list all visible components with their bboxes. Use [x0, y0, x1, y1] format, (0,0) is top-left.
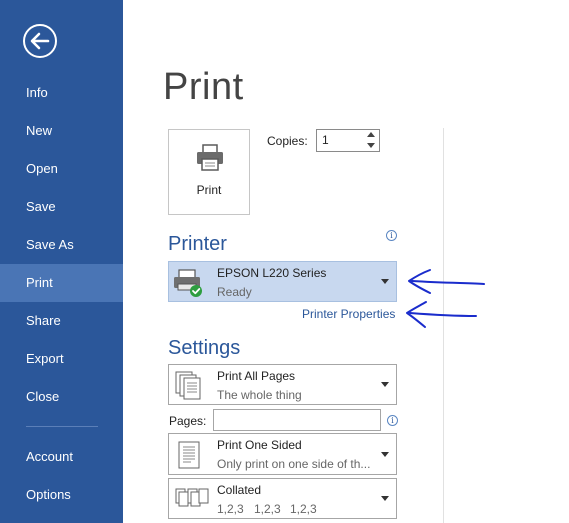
back-arrow-icon[interactable]	[22, 23, 58, 59]
printer-icon	[195, 144, 225, 177]
chevron-down-icon	[381, 452, 389, 457]
pages-info-icon[interactable]: i	[387, 415, 398, 426]
print-range-description: The whole thing	[217, 388, 302, 402]
print-button-label: Print	[196, 183, 222, 197]
pages-label: Pages:	[169, 414, 207, 428]
collation-sequence: 1,2,3	[254, 502, 281, 516]
sidebar-item-new[interactable]: New	[0, 112, 123, 150]
print-range-dropdown[interactable]: Print All Pages The whole thing	[168, 364, 397, 405]
sidebar-item-export[interactable]: Export	[0, 340, 123, 378]
sides-value: Print One Sided	[217, 438, 302, 452]
printer-dropdown[interactable]: EPSON L220 Series Ready	[168, 261, 397, 302]
printer-properties-link[interactable]: Printer Properties	[302, 307, 395, 321]
sidebar-item-close[interactable]: Close	[0, 378, 123, 416]
sidebar-item-share[interactable]: Share	[0, 302, 123, 340]
chevron-down-icon	[381, 279, 389, 284]
sidebar-item-info[interactable]: Info	[0, 74, 123, 112]
print-button[interactable]: Print	[168, 129, 250, 215]
pages-input[interactable]	[213, 409, 381, 431]
copies-value[interactable]: 1	[322, 133, 329, 147]
copies-label: Copies:	[267, 134, 308, 148]
page-title: Print	[163, 66, 244, 108]
sidebar-divider	[26, 426, 98, 427]
sides-description: Only print on one side of th...	[217, 457, 371, 471]
settings-section-title: Settings	[168, 337, 241, 359]
printer-info-icon[interactable]: i	[386, 230, 397, 241]
print-range-value: Print All Pages	[217, 369, 296, 383]
printer-name: EPSON L220 Series	[217, 266, 327, 280]
sidebar-item-open[interactable]: Open	[0, 150, 123, 188]
printer-ready-icon	[172, 268, 206, 303]
sides-dropdown[interactable]: Print One Sided Only print on one side o…	[168, 433, 397, 475]
printer-section-title: Printer	[168, 233, 227, 255]
chevron-down-icon	[381, 496, 389, 501]
chevron-down-icon	[381, 382, 389, 387]
collated-icon	[175, 485, 209, 516]
one-sided-icon	[175, 440, 203, 475]
all-pages-icon	[175, 371, 203, 406]
printer-status: Ready	[217, 285, 252, 299]
backstage-sidebar: Info New Open Save Save As Print Share E…	[0, 0, 123, 523]
sidebar-item-options[interactable]: Options	[0, 476, 123, 514]
spin-up-icon[interactable]	[367, 132, 375, 137]
collation-sequence: 1,2,3	[290, 502, 317, 516]
copies-stepper[interactable]: 1	[316, 129, 380, 152]
sidebar-item-save[interactable]: Save	[0, 188, 123, 226]
collation-dropdown[interactable]: Collated 1,2,3 1,2,3 1,2,3	[168, 478, 397, 519]
sidebar-item-account[interactable]: Account	[0, 438, 123, 476]
collation-value: Collated	[217, 483, 262, 497]
spin-down-icon[interactable]	[367, 143, 375, 148]
hand-drawn-arrows-icon	[406, 269, 485, 328]
sidebar-item-save-as[interactable]: Save As	[0, 226, 123, 264]
sidebar-item-print[interactable]: Print	[0, 264, 123, 302]
collation-sequence: 1,2,3	[217, 502, 244, 516]
